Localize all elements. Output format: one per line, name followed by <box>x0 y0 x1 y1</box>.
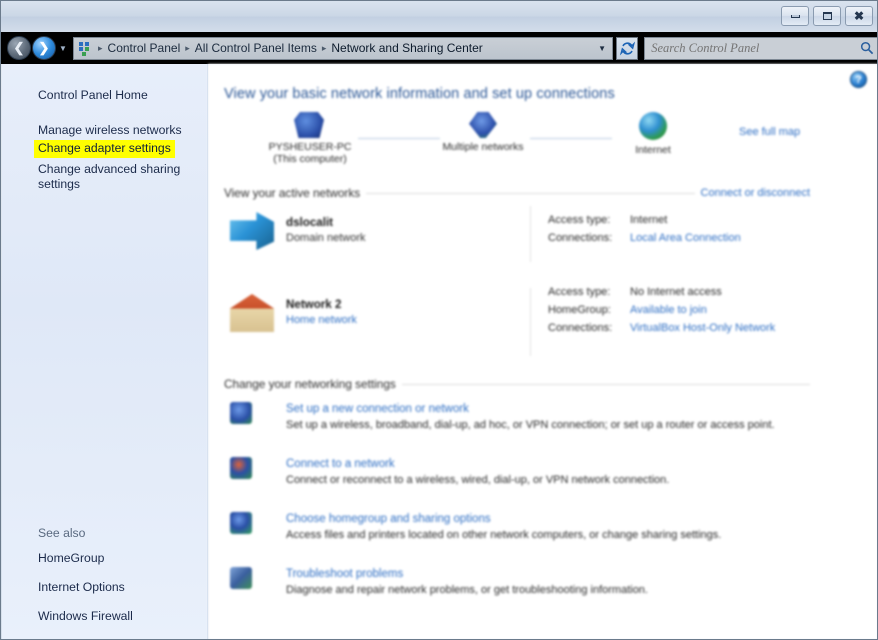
network-map: PYSHEUSER-PC (This computer) Multiple ne… <box>208 112 868 174</box>
close-button[interactable]: ✖ <box>845 6 873 26</box>
breadcrumb: ▸ Control Panel ▸ All Control Panel Item… <box>95 41 598 55</box>
window-controls: ✖ <box>781 6 873 26</box>
task-description: Set up a wireless, broadband, dial-up, a… <box>286 419 775 431</box>
sidebar-item-change-advanced-sharing-settings[interactable]: Change advanced sharing settings <box>2 160 182 194</box>
minimize-button[interactable] <box>781 6 809 26</box>
divider <box>401 383 810 385</box>
search-input[interactable] <box>651 40 860 56</box>
network-field-key: Access type: <box>548 286 611 298</box>
forward-button[interactable]: ❯ <box>32 36 56 60</box>
networking-settings-title: Change your networking settings <box>224 377 396 391</box>
task-set-up-new-connection[interactable]: Set up a new connection or network Set u… <box>230 402 830 431</box>
network-name: Network 2 <box>286 298 342 311</box>
address-bar[interactable]: ▸ Control Panel ▸ All Control Panel Item… <box>73 36 613 60</box>
connect-or-disconnect-link[interactable]: Connect or disconnect <box>701 187 810 199</box>
address-dropdown-icon[interactable]: ▼ <box>598 44 610 53</box>
task-title[interactable]: Troubleshoot problems <box>286 568 403 580</box>
network-field-value: No Internet access <box>630 286 722 298</box>
multiple-networks-icon <box>469 112 497 138</box>
control-panel-window: ✖ ❮ ❯ ▼ ▸ Control Panel ▸ All Control Pa… <box>0 0 878 640</box>
map-node-internet-label: Internet <box>635 144 671 156</box>
network-type-link[interactable]: Home network <box>286 314 357 326</box>
internet-globe-icon <box>639 112 667 140</box>
map-node-computer-sublabel: (This computer) <box>273 153 347 165</box>
back-button[interactable]: ❮ <box>7 36 31 60</box>
breadcrumb-item-network-and-sharing-center[interactable]: Network and Sharing Center <box>329 41 484 55</box>
task-title[interactable]: Set up a new connection or network <box>286 403 469 415</box>
task-description: Connect or reconnect to a wireless, wire… <box>286 474 670 486</box>
close-icon: ✖ <box>853 9 865 23</box>
sidebar-item-internet-options[interactable]: Internet Options <box>2 578 125 597</box>
search-icon[interactable] <box>860 41 874 55</box>
task-connect-to-network[interactable]: Connect to a network Connect or reconnec… <box>230 457 830 486</box>
help-icon[interactable]: ? <box>850 71 867 88</box>
task-description: Access files and printers located on oth… <box>286 529 722 541</box>
map-node-multiple-networks[interactable]: Multiple networks <box>423 112 543 153</box>
breadcrumb-separator-0: ▸ <box>98 42 103 53</box>
networking-settings-header: Change your networking settings <box>224 377 810 391</box>
window-body: Control Panel Home Manage wireless netwo… <box>2 64 877 639</box>
active-network-row[interactable]: Network 2 Home network Access type: No I… <box>230 286 820 356</box>
map-node-computer-label: PYSHEUSER-PC <box>268 141 352 153</box>
sidebar-item-manage-wireless-networks[interactable]: Manage wireless networks <box>2 121 182 140</box>
homegroup-link[interactable]: Available to join <box>630 304 707 316</box>
content-pane: ? View your basic network information an… <box>208 64 877 639</box>
network-connection-link[interactable]: VirtualBox Host-Only Network <box>630 322 775 334</box>
divider <box>366 192 695 194</box>
computer-icon <box>294 112 324 138</box>
divider <box>530 288 531 356</box>
sidebar-item-change-adapter-settings[interactable]: Change adapter settings <box>34 140 175 158</box>
control-panel-icon <box>77 40 93 56</box>
active-network-row[interactable]: dslocalit Domain network Access type: In… <box>230 206 820 262</box>
title-bar: ✖ <box>1 1 877 32</box>
sidebar: Control Panel Home Manage wireless netwo… <box>2 64 208 639</box>
see-full-map-link[interactable]: See full map <box>739 126 800 138</box>
network-name: dslocalit <box>286 216 334 229</box>
back-forward-group: ❮ ❯ ▼ <box>1 36 69 60</box>
network-field-key: HomeGroup: <box>548 304 611 316</box>
task-choose-homegroup-sharing[interactable]: Choose homegroup and sharing options Acc… <box>230 512 830 541</box>
recent-pages-dropdown-icon[interactable]: ▼ <box>57 44 69 53</box>
task-title[interactable]: Choose homegroup and sharing options <box>286 513 491 525</box>
network-field-key: Connections: <box>548 232 613 244</box>
search-box[interactable] <box>644 36 877 60</box>
network-connection-link[interactable]: Local Area Connection <box>630 232 741 244</box>
active-networks-header: View your active networks Connect or dis… <box>224 186 810 200</box>
map-node-multiple-networks-label: Multiple networks <box>442 141 524 153</box>
refresh-button[interactable] <box>616 36 639 60</box>
network-field-key: Connections: <box>548 322 613 334</box>
breadcrumb-separator-1: ▸ <box>185 42 190 53</box>
refresh-icon <box>619 41 635 55</box>
minimize-icon <box>790 14 800 18</box>
see-also-label: See also <box>38 526 86 540</box>
active-networks-title: View your active networks <box>224 186 361 200</box>
maximize-icon <box>822 12 832 20</box>
breadcrumb-item-control-panel[interactable]: Control Panel <box>106 41 183 55</box>
page-title: View your basic network information and … <box>224 86 615 102</box>
task-troubleshoot-problems[interactable]: Troubleshoot problems Diagnose and repai… <box>230 567 830 596</box>
sidebar-item-windows-firewall[interactable]: Windows Firewall <box>2 607 133 626</box>
map-node-computer[interactable]: PYSHEUSER-PC (This computer) <box>250 112 370 165</box>
network-type: Domain network <box>286 232 366 244</box>
network-field-value: Internet <box>630 214 668 226</box>
breadcrumb-item-all-control-panel-items[interactable]: All Control Panel Items <box>193 41 319 55</box>
maximize-button[interactable] <box>813 6 841 26</box>
task-title[interactable]: Connect to a network <box>286 458 395 470</box>
sidebar-item-homegroup[interactable]: HomeGroup <box>2 549 104 568</box>
network-field-key: Access type: <box>548 214 611 226</box>
map-node-internet[interactable]: Internet <box>593 112 713 156</box>
sidebar-item-control-panel-home[interactable]: Control Panel Home <box>2 86 148 105</box>
navigation-bar: ❮ ❯ ▼ ▸ Control Panel ▸ All Control Pane… <box>1 32 877 64</box>
divider <box>530 206 531 262</box>
task-description: Diagnose and repair network problems, or… <box>286 584 648 596</box>
breadcrumb-separator-2: ▸ <box>321 42 327 53</box>
